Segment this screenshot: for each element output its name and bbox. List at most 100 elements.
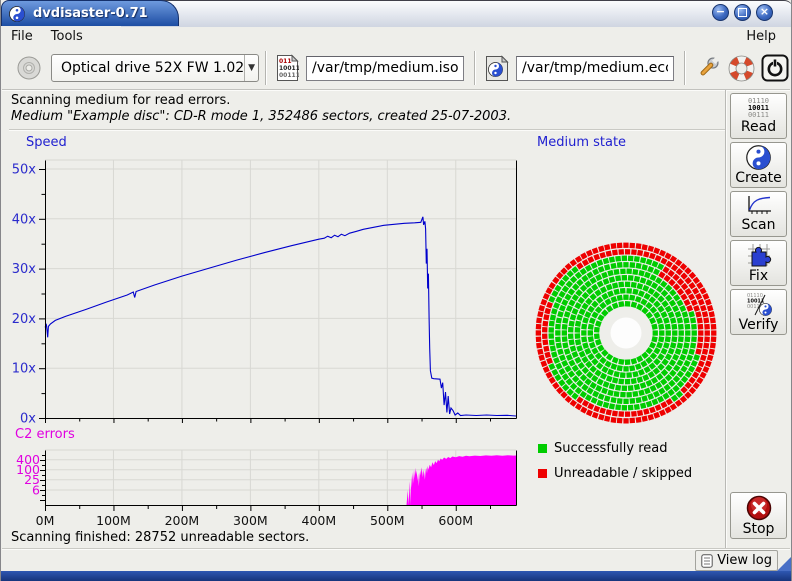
titlebar-tab: dvdisaster-0.71 [1,0,179,26]
medium-sector [667,389,674,396]
medium-sector [601,272,608,279]
medium-sector [598,266,605,273]
medium-sector [548,333,554,339]
fix-puzzle-icon [746,242,772,268]
ecc-path-field[interactable] [516,56,674,81]
medium-sector [699,287,706,294]
legend-swatch-green [538,444,547,453]
scan-status-line: Scanning medium for read errors. [11,93,230,108]
medium-sector [662,392,669,399]
quit-power-icon[interactable] [761,54,789,82]
medium-sector [669,300,676,307]
medium-sector [670,342,676,348]
iso-path-field[interactable] [306,56,464,81]
medium-sector [576,314,583,321]
medium-sector [665,353,672,360]
medium-sector [568,288,575,295]
medium-sector [632,371,638,377]
medium-sector [618,301,624,307]
medium-sector [659,250,666,257]
menu-file[interactable]: File [2,27,42,46]
medium-sector [580,268,587,275]
medium-sector [559,305,566,312]
medium-sector [613,371,619,377]
preferences-wrench-icon[interactable] [695,55,722,82]
medium-sector [587,403,594,410]
medium-sector [575,272,582,279]
medium-sector [655,255,662,262]
speed-chart-title: Speed [26,135,67,150]
medium-sector [649,362,656,369]
medium-sector [649,253,656,260]
read-button[interactable]: 01110 10011 00111 Read [730,93,787,139]
menu-help[interactable]: Help [732,27,790,46]
medium-sector [555,296,562,303]
speed-line [45,217,516,416]
medium-sector [574,302,581,309]
scan-button[interactable]: Scan [730,191,787,237]
medium-sector [707,305,714,312]
medium-sector [657,353,664,360]
medium-sector [648,371,655,378]
medium-sector [544,352,551,359]
medium-sector [637,250,643,256]
medium-sector [698,336,704,342]
medium-sector [653,330,658,335]
medium-sector [564,365,571,372]
close-button[interactable]: × [756,4,773,21]
medium-sector [615,385,621,391]
medium-sector [603,278,610,285]
medium-sector [572,365,579,372]
medium-sector [560,391,567,398]
medium-sector [626,392,632,398]
minimize-button[interactable]: − [712,4,729,21]
medium-sector [638,369,645,376]
medium-sector [581,275,588,282]
medium-sector [684,391,691,398]
legend-label: Successfully read [554,441,667,456]
drive-selector[interactable]: Optical drive 52X FW 1.02 ▼ [51,54,259,82]
medium-sector [571,266,578,273]
chevron-down-icon[interactable]: ▼ [244,55,258,81]
medium-sector [688,365,695,372]
medium-sector [651,336,657,342]
medium-sector [683,317,689,323]
medium-sector [600,373,607,380]
titlebar[interactable]: dvdisaster-0.71 − × [1,0,792,26]
medium-sector [711,330,716,335]
medium-sector [635,397,641,403]
medium-sector [622,405,627,410]
svg-text:25: 25 [24,472,40,487]
medium-sector [640,298,647,305]
medium-sector [683,342,689,348]
medium-sector [620,392,626,398]
verify-button[interactable]: 01110 10011 00111 Verify [730,289,787,335]
medium-sector [649,407,656,414]
medium-sector [660,401,667,408]
medium-sector [574,357,581,364]
fix-button[interactable]: Fix [730,240,787,286]
medium-sector [615,404,621,410]
maximize-button[interactable] [734,4,751,21]
medium-sector [696,377,703,384]
medium-sector [618,379,624,385]
create-button[interactable]: Create [730,142,787,188]
medium-sector [546,302,553,309]
menu-tools[interactable]: Tools [42,27,92,46]
medium-sector [679,305,686,312]
medium-sector [625,379,630,384]
medium-sector [644,272,651,279]
medium-sector [570,345,577,352]
medium-sector [672,274,679,281]
help-lifebelt-icon[interactable] [728,55,755,82]
medium-sector [671,395,678,402]
medium-sector [566,388,573,395]
medium-sector [597,345,604,352]
stop-button[interactable]: Stop [730,492,787,539]
medium-sector [663,317,670,324]
view-log-button[interactable]: View log [695,550,778,571]
medium-sector [635,296,642,303]
medium-sector [617,295,623,301]
medium-sector [536,343,542,349]
svg-text:200M: 200M [165,513,200,528]
